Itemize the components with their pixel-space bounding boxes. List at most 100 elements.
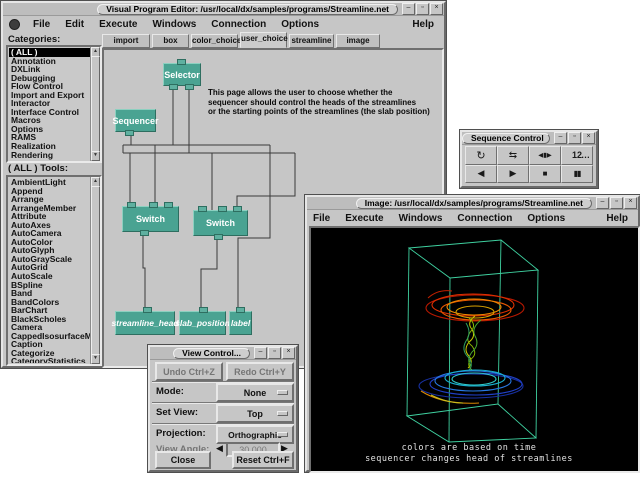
output-tab-icon[interactable] [125, 130, 134, 136]
set-view-value: Top [247, 409, 263, 419]
tab-streamline[interactable]: streamline [289, 34, 334, 48]
node-selector[interactable]: Selector [163, 63, 201, 86]
frame-counter[interactable]: 12 … [561, 146, 593, 165]
tools-scrollbar[interactable]: ▲ ▼ [90, 177, 100, 364]
loop-button[interactable]: ↻ [465, 146, 497, 165]
tab-import[interactable]: import [102, 34, 150, 48]
menu-item-help[interactable]: Help [606, 213, 628, 224]
streamline-visualization: colors are based on time sequencer chang… [311, 228, 638, 471]
minimize-button[interactable]: – [554, 132, 567, 144]
minimize-button[interactable]: – [254, 347, 267, 359]
output-tab-icon[interactable] [140, 230, 149, 236]
close-button[interactable]: × [624, 197, 637, 209]
menu-item[interactable]: Windows [399, 213, 443, 224]
input-tab-icon[interactable] [218, 206, 227, 212]
set-view-option-menu[interactable]: Top [216, 404, 294, 423]
input-tab-icon[interactable] [177, 59, 186, 65]
node-label-tool[interactable]: label [229, 311, 252, 335]
tab-box[interactable]: box [152, 34, 189, 48]
input-tab-icon[interactable] [198, 206, 207, 212]
output-tab-icon[interactable] [214, 234, 223, 240]
stop-button[interactable]: ■ [529, 165, 561, 184]
palindrome-button[interactable]: ⇆ [497, 146, 529, 165]
maximize-button[interactable]: ▫ [268, 347, 281, 359]
output-tab-icon[interactable] [185, 84, 194, 90]
menu-item[interactable]: File [313, 213, 330, 224]
close-view-button[interactable]: Close [155, 451, 211, 469]
menu-item[interactable]: Options [281, 19, 319, 30]
option-menu-indicator-icon [277, 411, 288, 416]
tab-color-choice[interactable]: color_choice [191, 34, 238, 48]
view-control-title: View Control... [173, 348, 250, 359]
view-control-titlebar[interactable]: View Control... – ▫ × [150, 347, 296, 360]
step-back-button[interactable]: ◀ [465, 165, 497, 184]
menu-item[interactable]: Options [527, 213, 565, 224]
minimize-button[interactable]: – [596, 197, 609, 209]
pause-button[interactable]: ▮▮ [561, 165, 593, 184]
close-button[interactable]: × [282, 347, 295, 359]
input-tab-icon[interactable] [233, 206, 242, 212]
node-label: slab_position [175, 318, 230, 328]
menu-item-help[interactable]: Help [412, 19, 434, 30]
sequence-control-buttons: ↻ ⇆ ◀▮▶ 12 … ◀ ▶ ■ ▮▮ [465, 146, 593, 183]
input-tab-icon[interactable] [199, 307, 208, 313]
minimize-button[interactable]: – [402, 3, 415, 15]
vpe-titlebar[interactable]: Visual Program Editor: /usr/local/dx/sam… [3, 3, 444, 16]
node-sequencer[interactable]: Sequencer [115, 109, 156, 132]
close-button[interactable]: × [430, 3, 443, 15]
menu-item[interactable]: Connection [211, 19, 266, 30]
menu-item[interactable]: Edit [65, 19, 84, 30]
node-switch-1[interactable]: Switch [122, 206, 179, 232]
node-slab-position[interactable]: slab_position [179, 311, 226, 335]
sequence-control-titlebar[interactable]: Sequence Control – ▫ × [462, 132, 596, 145]
input-tab-icon[interactable] [164, 202, 173, 208]
input-tab-icon[interactable] [127, 202, 136, 208]
streamlines-funnel [464, 316, 481, 370]
menu-item[interactable]: File [33, 19, 50, 30]
option-menu-indicator-icon [277, 432, 288, 437]
input-tab-icon[interactable] [236, 307, 245, 313]
tool-item[interactable]: CategoryStatistics [9, 357, 90, 363]
node-switch-2[interactable]: Switch [193, 210, 248, 236]
render-viewport[interactable]: colors are based on time sequencer chang… [309, 226, 640, 473]
redo-button[interactable]: Redo Ctrl+Y [226, 362, 294, 381]
scroll-down-icon[interactable]: ▼ [91, 151, 100, 161]
play-button[interactable]: ▶ [497, 165, 529, 184]
view-control-window: View Control... – ▫ × Undo Ctrl+Z Redo C… [148, 345, 298, 472]
angle-decrement-icon[interactable]: ◀ [216, 442, 223, 455]
input-tab-icon[interactable] [143, 307, 152, 313]
output-tab-icon[interactable] [169, 84, 178, 90]
menu-item[interactable]: Windows [152, 19, 196, 30]
step-button[interactable]: ◀▮▶ [529, 146, 561, 165]
node-streamline-head[interactable]: streamline_head [115, 311, 175, 335]
image-window: Image: /usr/local/dx/samples/programs/St… [305, 195, 640, 472]
streamlines-bottom-rings [419, 370, 523, 403]
menu-item[interactable]: Connection [457, 213, 512, 224]
category-item[interactable]: Rendering [9, 151, 90, 160]
maximize-button[interactable]: ▫ [610, 197, 623, 209]
scrollbar-thumb[interactable] [91, 186, 100, 355]
categories-scrollbar[interactable]: ▲ ▼ [90, 47, 100, 161]
undo-button[interactable]: Undo Ctrl+Z [155, 362, 223, 381]
tab-user-choice[interactable]: user_choice [240, 32, 287, 48]
image-titlebar[interactable]: Image: /usr/local/dx/samples/programs/St… [307, 197, 638, 210]
scroll-down-icon[interactable]: ▼ [91, 354, 100, 364]
maximize-button[interactable]: ▫ [568, 132, 581, 144]
scrollbar-thumb[interactable] [91, 56, 100, 152]
maximize-button[interactable]: ▫ [416, 3, 429, 15]
menu-item[interactable]: Execute [345, 213, 383, 224]
input-tab-icon[interactable] [149, 202, 158, 208]
node-label: Selector [164, 70, 200, 80]
sequence-control-window-controls: – ▫ × [553, 132, 595, 144]
categories-label: Categories: [8, 34, 60, 45]
option-menu-indicator-icon [277, 390, 288, 395]
tab-image[interactable]: image [336, 34, 380, 48]
close-button[interactable]: × [582, 132, 595, 144]
reset-button[interactable]: Reset Ctrl+F [232, 451, 294, 469]
image-caption-line1: colors are based on time [402, 443, 537, 453]
menu-item[interactable]: Execute [99, 19, 137, 30]
frame-more-button[interactable]: … [581, 150, 590, 160]
dx-logo-icon [9, 19, 20, 30]
mode-option-menu[interactable]: None [216, 383, 294, 402]
bounding-box-wireframe [407, 240, 538, 442]
